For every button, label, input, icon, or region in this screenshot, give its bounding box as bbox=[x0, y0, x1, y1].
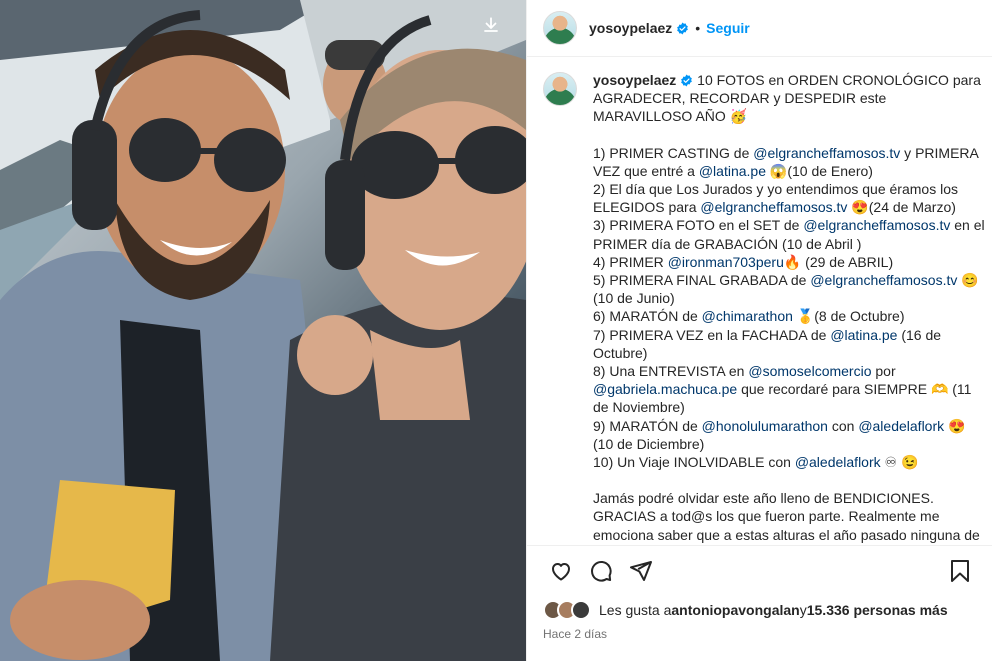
heart-icon bbox=[552, 562, 570, 580]
verified-badge-icon bbox=[677, 22, 689, 34]
follow-button[interactable]: Seguir bbox=[706, 20, 750, 36]
post-timestamp[interactable]: Hace 2 días bbox=[527, 621, 992, 661]
caption-item: 8) Una ENTREVISTA en @somoselcomercio po… bbox=[593, 363, 976, 416]
caption-avatar[interactable] bbox=[543, 72, 577, 106]
mention-link[interactable]: @aledelaflork bbox=[858, 418, 944, 434]
download-button[interactable] bbox=[482, 16, 508, 42]
caption-item: 1) PRIMER CASTING de @elgrancheffamosos.… bbox=[593, 144, 982, 179]
caption-item: 10) Un Viaje INOLVIDABLE con @aledelaflo… bbox=[593, 454, 919, 471]
comment-icon bbox=[591, 560, 612, 582]
download-icon bbox=[484, 17, 498, 32]
mention-link[interactable]: @chimarathon bbox=[702, 308, 793, 324]
post-details-panel: yosoypelaez • Seguir yosoypelaez 10 FOTO… bbox=[526, 0, 992, 661]
instagram-post: yosoypelaez • Seguir yosoypelaez 10 FOTO… bbox=[0, 0, 992, 661]
caption-item: 5) PRIMERA FINAL GRABADA de @elgrancheff… bbox=[593, 272, 979, 307]
caption-item: 4) PRIMER @ironman703peru🔥 (29 de ABRIL) bbox=[593, 253, 894, 270]
likes-first-user[interactable]: antoniopavongalan bbox=[671, 602, 799, 618]
post-photo[interactable] bbox=[0, 0, 526, 661]
likes-middle: y bbox=[799, 602, 807, 618]
mention-link[interactable]: @elgrancheffamosos.tv bbox=[803, 217, 950, 233]
liker-avatars[interactable] bbox=[543, 600, 591, 620]
caption-item: 2) El día que Los Jurados y yo entendimo… bbox=[593, 181, 962, 216]
share-icon bbox=[630, 560, 652, 581]
likes-summary: Les gusta a antoniopavongalan y 15.336 p… bbox=[527, 595, 992, 621]
header-separator: • bbox=[695, 20, 701, 36]
mention-link[interactable]: @latina.pe bbox=[699, 163, 766, 179]
mention-link[interactable]: @somoselcomercio bbox=[748, 363, 871, 379]
mention-link[interactable]: @elgrancheffamosos.tv bbox=[753, 145, 900, 161]
mention-link[interactable]: @gabriela.machuca.pe bbox=[593, 381, 737, 397]
likes-count[interactable]: 15.336 personas más bbox=[807, 602, 948, 618]
caption-username[interactable]: yosoypelaez bbox=[593, 72, 676, 88]
caption-outro: Jamás podré olvidar este año lleno de BE… bbox=[593, 490, 980, 545]
caption-item: 9) MARATÓN de @honolulumarathon con @ale… bbox=[593, 417, 970, 452]
action-bar bbox=[527, 545, 992, 595]
caption-item: 7) PRIMERA VEZ en la FACHADA de @latina.… bbox=[593, 326, 945, 361]
mention-link[interactable]: @ironman703peru bbox=[668, 254, 784, 270]
like-button[interactable] bbox=[541, 551, 581, 591]
caption-text: yosoypelaez 10 FOTOS en ORDEN CRONOLÓGIC… bbox=[593, 71, 985, 545]
save-button[interactable] bbox=[940, 551, 980, 591]
mention-link[interactable]: @aledelaflork bbox=[795, 454, 881, 470]
liker-avatar bbox=[571, 600, 591, 620]
verified-badge-icon bbox=[681, 74, 693, 87]
mention-link[interactable]: @latina.pe bbox=[830, 327, 897, 343]
share-button[interactable] bbox=[621, 551, 661, 591]
mention-link[interactable]: @honolulumarathon bbox=[702, 418, 828, 434]
comment-button[interactable] bbox=[581, 551, 621, 591]
bookmark-icon bbox=[951, 559, 969, 582]
avatar[interactable] bbox=[543, 11, 577, 45]
caption-item: 3) PRIMERA FOTO en el SET de @elgranchef… bbox=[593, 217, 989, 252]
post-header: yosoypelaez • Seguir bbox=[527, 0, 992, 57]
caption-items: 1) PRIMER CASTING de @elgrancheffamosos.… bbox=[593, 144, 985, 472]
header-username[interactable]: yosoypelaez bbox=[589, 20, 672, 36]
caption-item: 6) MARATÓN de @chimarathon 🥇(8 de Octubr… bbox=[593, 308, 905, 325]
likes-prefix: Les gusta a bbox=[599, 602, 672, 618]
mention-link[interactable]: @elgrancheffamosos.tv bbox=[810, 272, 957, 288]
caption-area: yosoypelaez 10 FOTOS en ORDEN CRONOLÓGIC… bbox=[527, 57, 992, 545]
photo-illustration bbox=[0, 0, 526, 661]
mention-link[interactable]: @elgrancheffamosos.tv bbox=[700, 199, 847, 215]
